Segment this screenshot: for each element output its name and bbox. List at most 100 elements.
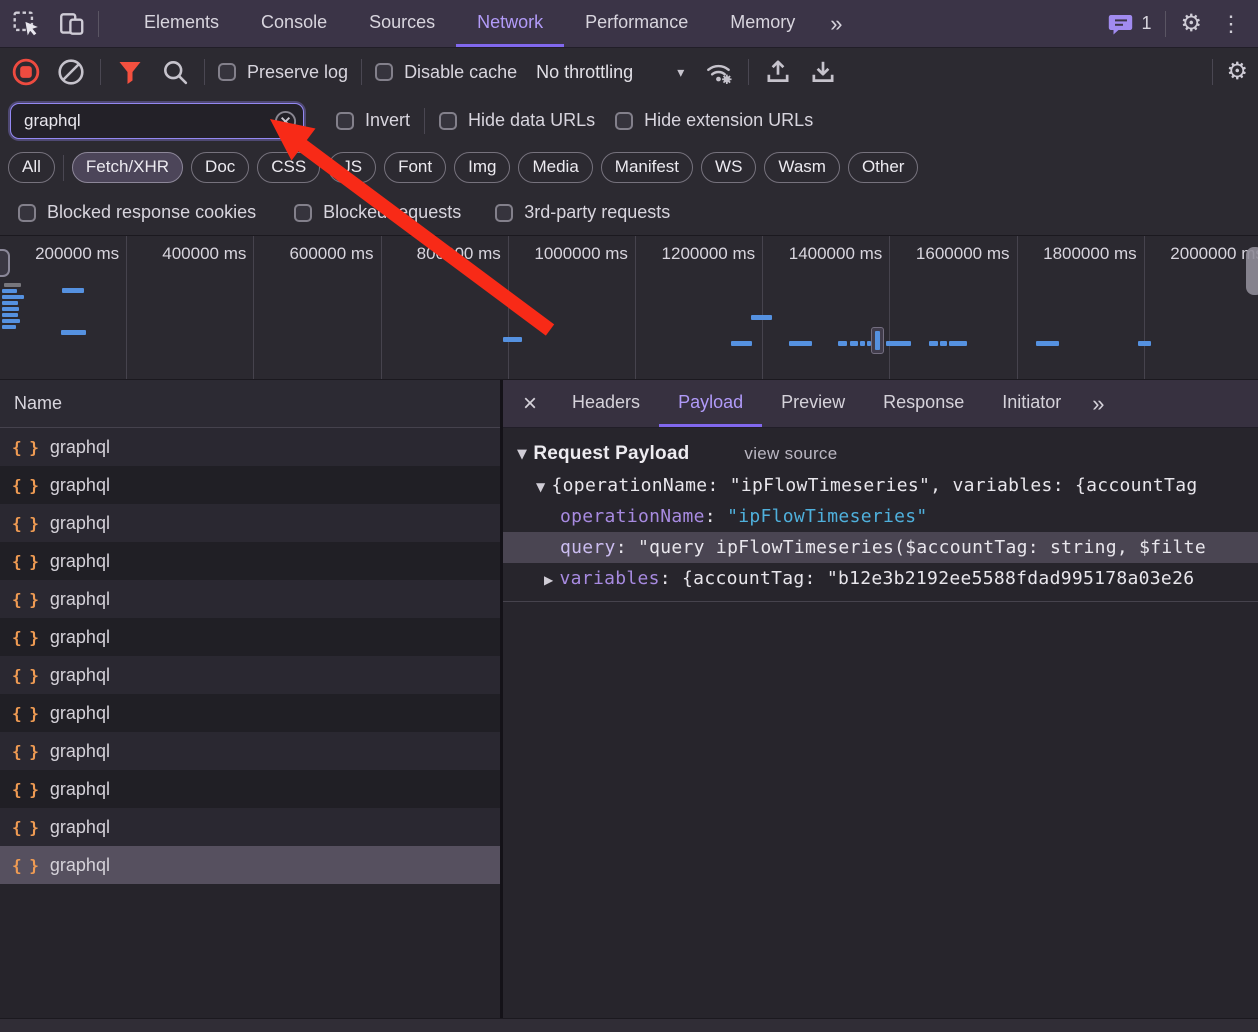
export-har-icon[interactable]	[807, 56, 839, 88]
filter-input[interactable]	[10, 103, 304, 139]
panel-tab[interactable]: Network	[456, 0, 564, 47]
request-row[interactable]: { } graphql	[0, 694, 500, 732]
type-chip[interactable]: WS	[701, 152, 756, 183]
payload-root-line[interactable]: ▼{operationName: "ipFlowTimeseries", var…	[503, 470, 1258, 501]
request-waterfall-mark	[61, 330, 86, 335]
request-waterfall-mark	[503, 337, 522, 342]
preserve-log-checkbox[interactable]	[218, 63, 236, 81]
request-row[interactable]: { } graphql	[0, 580, 500, 618]
network-conditions-icon[interactable]	[703, 56, 735, 88]
panel-tab[interactable]: Performance	[564, 0, 709, 47]
request-row[interactable]: { } graphql	[0, 428, 500, 466]
disable-cache-checkbox[interactable]	[375, 63, 393, 81]
preserve-log-toggle[interactable]: Preserve log	[218, 62, 348, 83]
view-source-link[interactable]: view source	[744, 444, 837, 464]
request-row[interactable]: { } graphql	[0, 846, 500, 884]
xhr-braces-icon: { }	[12, 704, 38, 723]
details-tab[interactable]: Headers	[553, 380, 659, 427]
search-icon[interactable]	[159, 56, 191, 88]
invert-label: Invert	[365, 110, 410, 131]
request-row[interactable]: { } graphql	[0, 732, 500, 770]
blocked-filter-toggle[interactable]: 3rd-party requests	[495, 202, 670, 223]
type-chip[interactable]: JS	[328, 152, 376, 183]
panel-tab[interactable]: Memory	[709, 0, 816, 47]
blocked-filters-row: Blocked response cookies Blocked request…	[0, 190, 1258, 235]
request-row[interactable]: { } graphql	[0, 504, 500, 542]
request-row[interactable]: { } graphql	[0, 770, 500, 808]
blocked-filter-toggle[interactable]: Blocked requests	[294, 202, 461, 223]
panel-tab[interactable]: Sources	[348, 0, 456, 47]
type-chip[interactable]: Media	[518, 152, 592, 183]
payload-operationname-line[interactable]: operationName: "ipFlowTimeseries"	[503, 501, 1258, 532]
request-row[interactable]: { } graphql	[0, 466, 500, 504]
request-details-panel: × HeadersPayloadPreviewResponseInitiator…	[503, 380, 1258, 1018]
network-overview-timeline[interactable]: 200000 ms 400000 ms 600000 ms 800000 ms …	[0, 235, 1258, 380]
request-name: graphql	[50, 437, 110, 458]
divider	[63, 155, 64, 181]
disable-cache-toggle[interactable]: Disable cache	[375, 62, 517, 83]
type-chip[interactable]: Font	[384, 152, 446, 183]
blocked-filter-checkbox[interactable]	[294, 204, 312, 222]
blocked-filter-toggle[interactable]: Blocked response cookies	[18, 202, 256, 223]
details-tab[interactable]: Response	[864, 380, 983, 427]
hide-extension-urls-toggle[interactable]: Hide extension URLs	[615, 110, 813, 131]
type-chip[interactable]: Manifest	[601, 152, 693, 183]
network-settings-gear-icon[interactable]: ⚙	[1226, 60, 1248, 84]
divider	[424, 108, 425, 134]
settings-gear-icon[interactable]: ⚙	[1180, 12, 1202, 36]
overview-grabber-left[interactable]	[0, 249, 10, 277]
type-chip[interactable]: Other	[848, 152, 919, 183]
xhr-braces-icon: { }	[12, 818, 38, 837]
expand-triangle-icon[interactable]: ▶	[544, 573, 554, 587]
clear-filter-icon[interactable]	[274, 110, 297, 133]
record-network-log-icon[interactable]	[10, 56, 42, 88]
payload-variables-line[interactable]: ▶variables: {accountTag: "b12e3b2192ee55…	[503, 563, 1258, 594]
inspect-element-icon[interactable]	[10, 8, 42, 40]
hide-extension-urls-checkbox[interactable]	[615, 112, 633, 130]
close-details-icon[interactable]: ×	[503, 380, 553, 427]
blocked-filter-checkbox[interactable]	[18, 204, 36, 222]
device-toolbar-icon[interactable]	[56, 8, 88, 40]
devtools-tabbar: ElementsConsoleSourcesNetworkPerformance…	[0, 0, 1258, 48]
invert-toggle[interactable]: Invert	[336, 110, 410, 131]
panel-tab[interactable]: Console	[240, 0, 348, 47]
chip-all[interactable]: All	[8, 152, 55, 183]
console-messages-badge[interactable]: 1	[1108, 11, 1151, 37]
request-row[interactable]: { } graphql	[0, 618, 500, 656]
blocked-filter-checkbox[interactable]	[495, 204, 513, 222]
network-filter-row: Invert Hide data URLs Hide extension URL…	[0, 96, 1258, 145]
request-row[interactable]: { } graphql	[0, 656, 500, 694]
throttling-value: No throttling	[536, 62, 633, 83]
chevron-down-icon: ▾	[677, 64, 684, 81]
type-chip[interactable]: CSS	[257, 152, 320, 183]
details-tab[interactable]: Payload	[659, 380, 762, 427]
request-waterfall-mark	[929, 341, 938, 346]
import-har-icon[interactable]	[762, 56, 794, 88]
hide-data-urls-checkbox[interactable]	[439, 112, 457, 130]
details-tab[interactable]: Initiator	[983, 380, 1080, 427]
request-row[interactable]: { } graphql	[0, 542, 500, 580]
hide-data-urls-toggle[interactable]: Hide data URLs	[439, 110, 595, 131]
type-chip[interactable]: Wasm	[764, 152, 840, 183]
details-tab[interactable]: Preview	[762, 380, 864, 427]
filter-funnel-icon[interactable]	[114, 56, 146, 88]
expand-triangle-icon[interactable]: ▼	[536, 480, 546, 494]
overview-grabber-right[interactable]	[1246, 247, 1258, 295]
name-column-header[interactable]: Name	[0, 380, 500, 428]
request-row[interactable]: { } graphql	[0, 808, 500, 846]
clear-network-log-icon[interactable]	[55, 56, 87, 88]
blocked-filter-label: 3rd-party requests	[524, 202, 670, 223]
kebab-menu-icon[interactable]: ⋮	[1216, 13, 1246, 35]
throttling-select[interactable]: No throttling ▾	[530, 62, 690, 83]
type-chip[interactable]: Doc	[191, 152, 249, 183]
divider	[748, 59, 749, 85]
payload-query-line[interactable]: query: "query ipFlowTimeseries($accountT…	[503, 532, 1258, 563]
more-tabs-icon[interactable]: »	[816, 0, 856, 47]
type-chip[interactable]: Img	[454, 152, 510, 183]
type-chip[interactable]: Fetch/XHR	[72, 152, 183, 183]
collapse-triangle-icon[interactable]: ▼	[517, 447, 527, 462]
details-more-tabs-icon[interactable]: »	[1080, 380, 1116, 427]
panel-tab[interactable]: Elements	[123, 0, 240, 47]
invert-checkbox[interactable]	[336, 112, 354, 130]
hide-extension-urls-label: Hide extension URLs	[644, 110, 813, 131]
